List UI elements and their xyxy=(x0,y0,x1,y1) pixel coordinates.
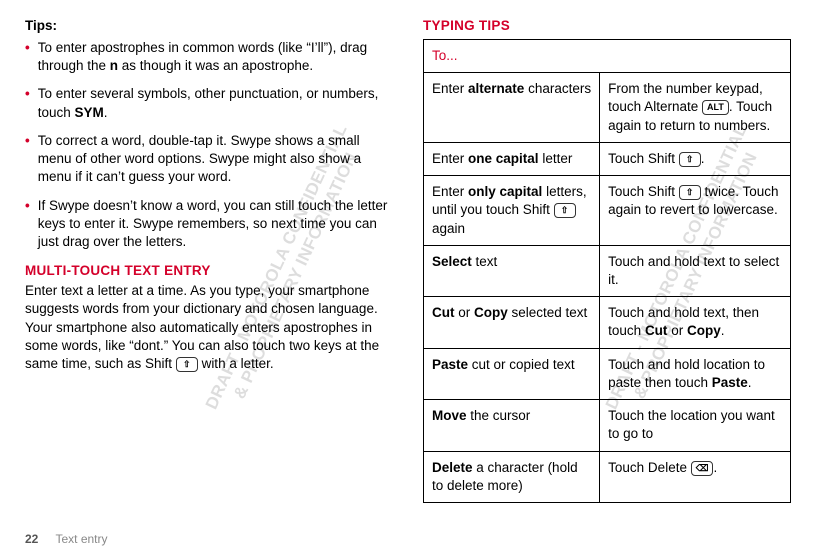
bullet-icon: • xyxy=(25,39,30,75)
table-cell-instruction: Touch and hold location to paste then to… xyxy=(600,348,791,399)
key-icon: ⌫ xyxy=(691,461,714,476)
table-row: Enter one capital letterTouch Shift ⇧. xyxy=(424,142,791,175)
key-icon: ⇧ xyxy=(679,152,701,167)
key-icon: ⇧ xyxy=(554,203,576,218)
typing-tips-heading: Typing tips xyxy=(423,18,791,33)
table-cell-instruction: From the number keypad, touch Alternate … xyxy=(600,73,791,143)
table-row: Enter only capital letters, until you to… xyxy=(424,176,791,246)
list-item: •To enter apostrophes in common words (l… xyxy=(25,39,393,75)
bullet-icon: • xyxy=(25,132,30,187)
table-row: Move the cursorTouch the location you wa… xyxy=(424,400,791,451)
page-footer: 22 Text entry xyxy=(25,532,108,546)
key-icon: ⇧ xyxy=(679,185,701,200)
table-cell-action: Enter alternate characters xyxy=(424,73,600,143)
table-row: Cut or Copy selected textTouch and hold … xyxy=(424,297,791,348)
table-cell-action: Enter only capital letters, until you to… xyxy=(424,176,600,246)
bullet-icon: • xyxy=(25,197,30,252)
list-item: •To correct a word, double-tap it. Swype… xyxy=(25,132,393,187)
table-cell-instruction: Touch and hold text, then touch Cut or C… xyxy=(600,297,791,348)
table-cell-action: Delete a character (hold to delete more) xyxy=(424,451,600,502)
table-cell-action: Select text xyxy=(424,245,600,296)
table-cell-action: Paste cut or copied text xyxy=(424,348,600,399)
table-cell-action: Enter one capital letter xyxy=(424,142,600,175)
tips-label: Tips: xyxy=(25,18,393,33)
bullet-icon: • xyxy=(25,85,30,121)
table-cell-instruction: Touch the location you want to go to xyxy=(600,400,791,451)
section-name: Text entry xyxy=(55,532,107,546)
table-cell-instruction: Touch and hold text to select it. xyxy=(600,245,791,296)
multitouch-paragraph: Enter text a letter at a time. As you ty… xyxy=(25,282,393,373)
table-cell-instruction: Touch Shift ⇧. xyxy=(600,142,791,175)
table-row: Paste cut or copied textTouch and hold l… xyxy=(424,348,791,399)
table-row: Delete a character (hold to delete more)… xyxy=(424,451,791,502)
list-item: •If Swype doesn’t know a word, you can s… xyxy=(25,197,393,252)
key-icon: ALT xyxy=(702,100,729,115)
typing-tips-table: To... Enter alternate charactersFrom the… xyxy=(423,39,791,503)
list-item-text: If Swype doesn’t know a word, you can st… xyxy=(38,197,393,252)
table-row: Enter alternate charactersFrom the numbe… xyxy=(424,73,791,143)
page-number: 22 xyxy=(25,532,38,546)
table-header: To... xyxy=(424,40,791,73)
list-item: •To enter several symbols, other punctua… xyxy=(25,85,393,121)
table-row: Select textTouch and hold text to select… xyxy=(424,245,791,296)
table-cell-action: Cut or Copy selected text xyxy=(424,297,600,348)
list-item-text: To enter apostrophes in common words (li… xyxy=(38,39,393,75)
table-cell-instruction: Touch Shift ⇧ twice. Touch again to reve… xyxy=(600,176,791,246)
typing-tips-body: Enter alternate charactersFrom the numbe… xyxy=(424,73,791,503)
list-item-text: To enter several symbols, other punctuat… xyxy=(38,85,393,121)
table-cell-action: Move the cursor xyxy=(424,400,600,451)
table-cell-instruction: Touch Delete ⌫. xyxy=(600,451,791,502)
list-item-text: To correct a word, double-tap it. Swype … xyxy=(38,132,393,187)
tips-list: •To enter apostrophes in common words (l… xyxy=(25,39,393,251)
key-icon: ⇧ xyxy=(176,357,198,372)
multitouch-heading: Multi-touch text entry xyxy=(25,263,393,278)
